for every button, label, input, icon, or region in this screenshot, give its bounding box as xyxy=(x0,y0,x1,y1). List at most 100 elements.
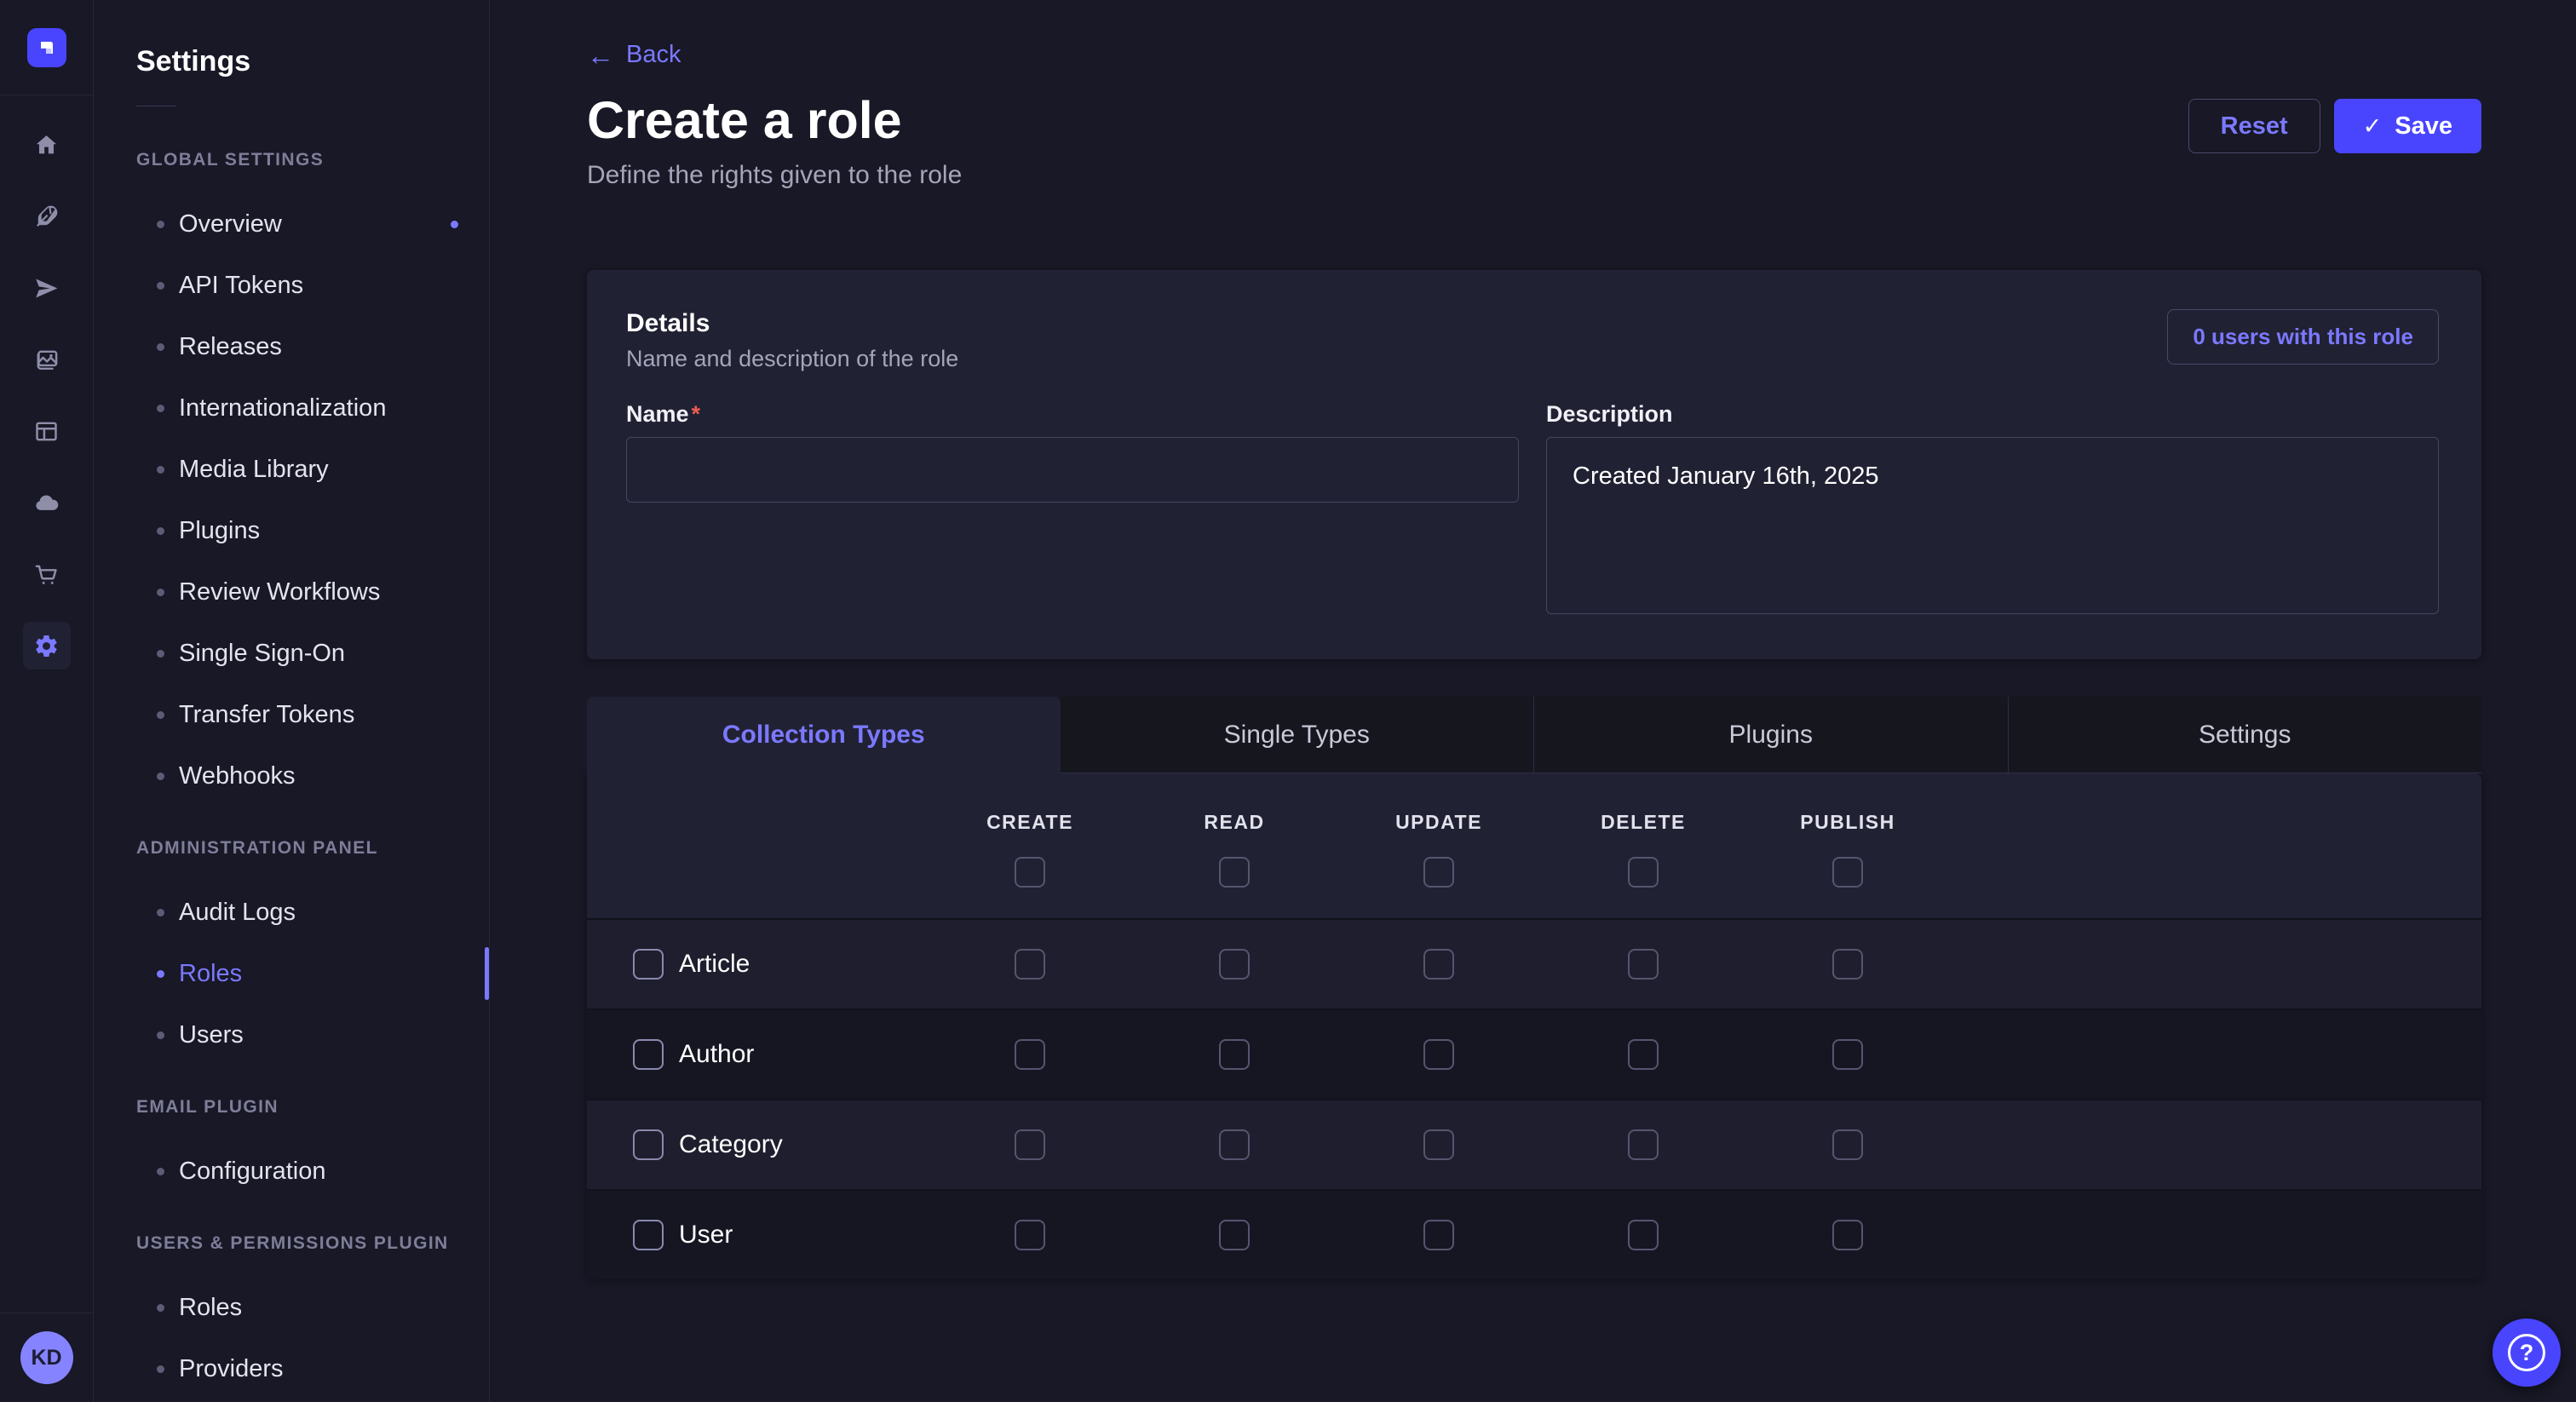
delete-checkbox[interactable] xyxy=(1628,1220,1659,1250)
publish-checkbox[interactable] xyxy=(1832,949,1863,980)
details-fields: Name* Description Created January 16th, … xyxy=(626,401,2439,618)
permission-cell-delete xyxy=(1541,1039,1745,1070)
name-input[interactable] xyxy=(626,437,1519,503)
read-checkbox[interactable] xyxy=(1219,1039,1250,1070)
permission-row: Category xyxy=(587,1099,2481,1189)
sidebar-item-label: Webhooks xyxy=(179,762,296,790)
sidebar-item[interactable]: Media Library xyxy=(94,439,489,500)
permission-column-label: READ xyxy=(1204,811,1264,834)
permission-cell-create xyxy=(928,949,1132,980)
publish-checkbox[interactable] xyxy=(1832,1129,1863,1160)
select-row-checkbox[interactable] xyxy=(633,949,664,980)
permissions-tab[interactable]: Plugins xyxy=(1533,697,2008,773)
help-button[interactable]: ? xyxy=(2493,1319,2561,1387)
bullet-icon xyxy=(157,527,164,535)
publish-checkbox[interactable] xyxy=(1832,1220,1863,1250)
sidebar-item[interactable]: Configuration xyxy=(94,1141,489,1202)
select-row-checkbox[interactable] xyxy=(633,1220,664,1250)
cloud-icon[interactable] xyxy=(23,479,71,526)
select-row-checkbox[interactable] xyxy=(633,1129,664,1160)
description-textarea[interactable]: Created January 16th, 2025 xyxy=(1546,437,2439,614)
media-library-icon[interactable] xyxy=(23,336,71,383)
permission-column-header: PUBLISH xyxy=(1745,811,1950,918)
delete-checkbox[interactable] xyxy=(1628,1129,1659,1160)
sidebar-item[interactable]: API Tokens xyxy=(94,255,489,316)
sidebar-item[interactable]: Transfer Tokens xyxy=(94,684,489,745)
update-checkbox[interactable] xyxy=(1423,949,1454,980)
save-button[interactable]: ✓ Save xyxy=(2334,99,2481,153)
delete-checkbox[interactable] xyxy=(1628,949,1659,980)
sidebar-item-label: Review Workflows xyxy=(179,578,380,606)
permission-cell-update xyxy=(1337,949,1541,980)
select-all-column-checkbox[interactable] xyxy=(1628,857,1659,888)
select-all-column-checkbox[interactable] xyxy=(1015,857,1045,888)
bullet-icon xyxy=(157,970,164,978)
details-title: Details xyxy=(626,309,958,338)
permission-cell-publish xyxy=(1745,1039,1950,1070)
create-checkbox[interactable] xyxy=(1015,1220,1045,1250)
reset-button[interactable]: Reset xyxy=(2188,99,2320,153)
create-checkbox[interactable] xyxy=(1015,1039,1045,1070)
sidebar-item[interactable]: Audit Logs xyxy=(94,882,489,943)
back-arrow-icon: ← xyxy=(587,43,614,68)
update-checkbox[interactable] xyxy=(1423,1039,1454,1070)
user-avatar[interactable]: KD xyxy=(20,1331,73,1384)
delete-checkbox[interactable] xyxy=(1628,1039,1659,1070)
back-link[interactable]: ← Back xyxy=(587,41,681,69)
nav-section-label: ADMINISTRATION PANEL xyxy=(136,837,489,859)
home-icon[interactable] xyxy=(23,121,71,169)
bullet-icon xyxy=(157,589,164,596)
sidebar-item[interactable]: Internationalization xyxy=(94,377,489,439)
update-checkbox[interactable] xyxy=(1423,1129,1454,1160)
sidebar-item[interactable]: Providers xyxy=(94,1338,489,1399)
layout-icon[interactable] xyxy=(23,407,71,455)
details-card-header: Details Name and description of the role… xyxy=(626,309,2439,372)
bullet-icon xyxy=(157,282,164,290)
permission-cell-delete xyxy=(1541,949,1745,980)
cart-icon[interactable] xyxy=(23,550,71,598)
nav-section-items: Configuration xyxy=(94,1141,489,1202)
strapi-logo-icon[interactable] xyxy=(27,28,66,67)
back-label: Back xyxy=(626,41,681,69)
read-checkbox[interactable] xyxy=(1219,1129,1250,1160)
sidebar-item[interactable]: Single Sign-On xyxy=(94,623,489,684)
create-checkbox[interactable] xyxy=(1015,1129,1045,1160)
permissions-tab[interactable]: Collection Types xyxy=(587,697,1061,773)
sidebar-item-label: Configuration xyxy=(179,1158,326,1186)
select-all-column-checkbox[interactable] xyxy=(1423,857,1454,888)
select-all-column-checkbox[interactable] xyxy=(1832,857,1863,888)
sidebar-item-label: Media Library xyxy=(179,456,329,484)
grid-header-spacer xyxy=(587,811,928,918)
sidebar-item[interactable]: Webhooks xyxy=(94,745,489,807)
select-all-column-checkbox[interactable] xyxy=(1219,857,1250,888)
sidebar-item[interactable]: Review Workflows xyxy=(94,561,489,623)
read-checkbox[interactable] xyxy=(1219,1220,1250,1250)
strapi-logo-glyph xyxy=(35,36,59,60)
bullet-icon xyxy=(157,1304,164,1312)
users-with-role-button[interactable]: 0 users with this role xyxy=(2167,309,2439,365)
permissions-tab[interactable]: Settings xyxy=(2008,697,2482,773)
sidebar-item[interactable]: Releases xyxy=(94,316,489,377)
update-checkbox[interactable] xyxy=(1423,1220,1454,1250)
name-field-group: Name* xyxy=(626,401,1519,618)
tab-label: Plugins xyxy=(1729,721,1813,750)
read-checkbox[interactable] xyxy=(1219,949,1250,980)
content-type-label: User xyxy=(679,1221,733,1250)
sidebar-item[interactable]: Overview xyxy=(94,193,489,255)
permissions-grid-header: CREATE READ UPDATE xyxy=(587,773,2481,918)
permission-row: Article xyxy=(587,918,2481,1008)
bullet-icon xyxy=(157,711,164,719)
settings-gear-icon[interactable] xyxy=(23,622,71,669)
nav-section-email-plugin: EMAIL PLUGIN Configuration xyxy=(94,1096,489,1202)
send-icon[interactable] xyxy=(23,264,71,312)
publish-checkbox[interactable] xyxy=(1832,1039,1863,1070)
feather-icon[interactable] xyxy=(23,192,71,240)
sidebar-item[interactable]: Users xyxy=(94,1004,489,1066)
content-type-label: Category xyxy=(679,1130,783,1159)
sidebar-item[interactable]: Plugins xyxy=(94,500,489,561)
select-row-checkbox[interactable] xyxy=(633,1039,664,1070)
sidebar-item[interactable]: Roles xyxy=(94,943,489,1004)
permissions-tab[interactable]: Single Types xyxy=(1061,697,1534,773)
sidebar-item[interactable]: Roles xyxy=(94,1277,489,1338)
create-checkbox[interactable] xyxy=(1015,949,1045,980)
